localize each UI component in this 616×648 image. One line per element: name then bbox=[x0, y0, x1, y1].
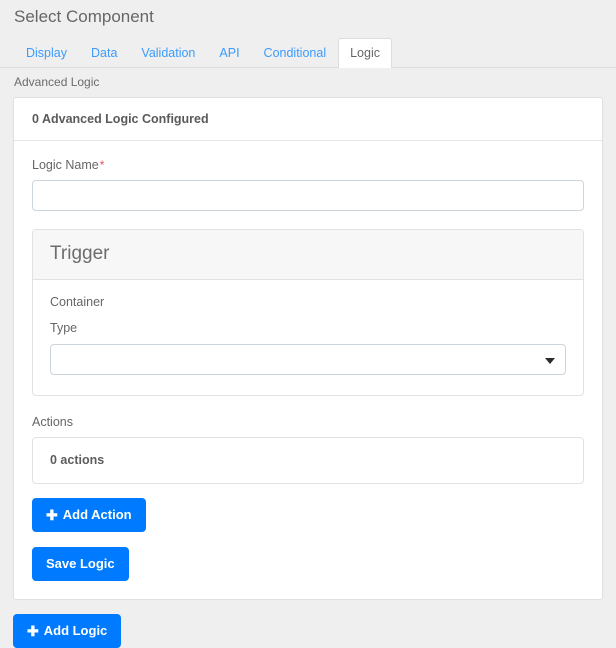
save-logic-button[interactable]: Save Logic bbox=[32, 547, 129, 581]
logic-name-label: Logic Name* bbox=[32, 157, 584, 173]
tab-logic[interactable]: Logic bbox=[338, 38, 392, 68]
actions-summary-box: 0 actions bbox=[32, 437, 584, 484]
tab-display[interactable]: Display bbox=[14, 38, 79, 68]
trigger-panel: Trigger Container Type bbox=[32, 229, 584, 396]
save-logic-label: Save Logic bbox=[46, 556, 115, 571]
add-action-button[interactable]: ✚ Add Action bbox=[32, 498, 146, 532]
trigger-container-label: Container bbox=[50, 295, 105, 309]
advanced-logic-count-text: 0 Advanced Logic Configured bbox=[32, 112, 209, 126]
advanced-logic-card-body: Logic Name* Trigger Container Type Actio… bbox=[14, 141, 602, 599]
logic-name-label-text: Logic Name bbox=[32, 158, 99, 172]
add-action-label: Add Action bbox=[62, 507, 132, 522]
save-logic-row: Save Logic bbox=[32, 532, 584, 581]
logic-name-input[interactable] bbox=[32, 180, 584, 211]
advanced-logic-card: 0 Advanced Logic Configured Logic Name* … bbox=[13, 97, 603, 600]
advanced-logic-section-label: Advanced Logic bbox=[14, 75, 100, 89]
settings-tab-bar: Display Data Validation API Conditional … bbox=[0, 38, 616, 68]
actions-count-text: 0 actions bbox=[50, 453, 105, 467]
actions-label: Actions bbox=[32, 415, 73, 429]
tab-conditional[interactable]: Conditional bbox=[252, 38, 339, 68]
trigger-type-label: Type bbox=[50, 321, 78, 335]
tab-api[interactable]: API bbox=[207, 38, 251, 68]
plus-icon: ✚ bbox=[27, 623, 39, 639]
trigger-type-select[interactable] bbox=[50, 344, 566, 375]
trigger-panel-body: Container Type bbox=[33, 280, 583, 395]
trigger-panel-header: Trigger bbox=[33, 230, 583, 280]
tab-validation[interactable]: Validation bbox=[129, 38, 207, 68]
trigger-title: Trigger bbox=[50, 243, 110, 264]
advanced-logic-card-header: 0 Advanced Logic Configured bbox=[14, 98, 602, 141]
tab-data[interactable]: Data bbox=[79, 38, 129, 68]
add-logic-label: Add Logic bbox=[43, 623, 108, 638]
trigger-type-select-wrapper bbox=[50, 344, 566, 375]
page-title: Select Component bbox=[14, 7, 154, 26]
required-marker: * bbox=[99, 158, 105, 172]
plus-icon: ✚ bbox=[46, 507, 58, 523]
